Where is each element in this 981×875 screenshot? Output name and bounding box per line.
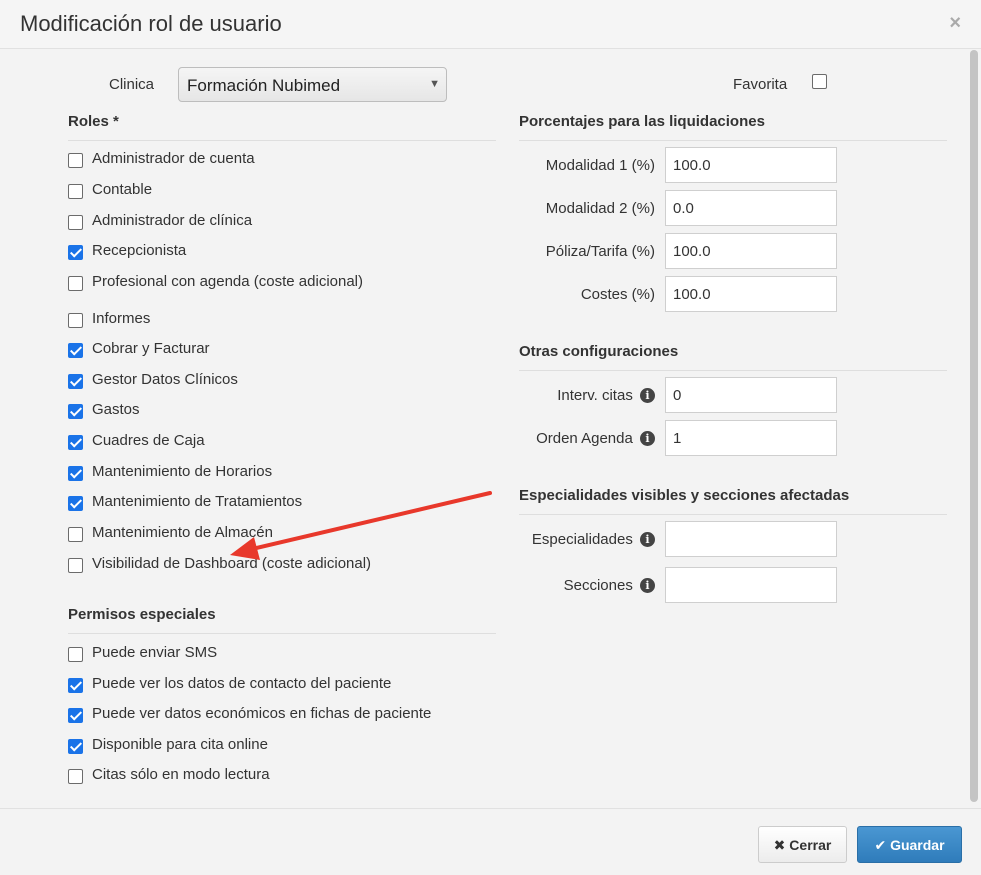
percentages-divider xyxy=(519,140,947,141)
info-icon[interactable]: i xyxy=(640,578,655,593)
checkbox[interactable] xyxy=(68,769,83,784)
modal-title: Modificación rol de usuario xyxy=(20,11,282,36)
chevron-down-icon: ▼ xyxy=(429,78,440,90)
checkbox-label[interactable]: Mantenimiento de Horarios xyxy=(92,463,272,480)
percentages-title: Porcentajes para las liquidaciones xyxy=(519,113,765,130)
sections-label-text: Secciones xyxy=(563,577,633,594)
checkbox[interactable] xyxy=(68,435,83,450)
checkbox[interactable] xyxy=(68,153,83,168)
checkbox[interactable] xyxy=(68,527,83,542)
policy-rate-input[interactable]: 100.0 xyxy=(665,233,837,269)
close-button[interactable]: ✖ Cerrar xyxy=(758,826,847,863)
info-icon[interactable]: i xyxy=(640,532,655,547)
other-config-divider xyxy=(519,370,947,371)
check-icon: ✔ xyxy=(874,837,887,853)
save-button[interactable]: ✔ Guardar xyxy=(857,826,962,863)
close-button-label: Cerrar xyxy=(789,837,832,853)
modality2-label: Modalidad 2 (%) xyxy=(545,200,655,217)
save-button-label: Guardar xyxy=(890,837,945,853)
costs-label: Costes (%) xyxy=(580,286,655,303)
checkbox-label[interactable]: Profesional con agenda (coste adicional) xyxy=(92,273,363,290)
user-role-modal: Modificación rol de usuario × Clinica Fo… xyxy=(0,0,981,875)
checkbox-label[interactable]: Gastos xyxy=(92,401,140,418)
checkbox-label[interactable]: Cobrar y Facturar xyxy=(92,340,210,357)
other-config-title: Otras configuraciones xyxy=(519,343,679,360)
checkbox[interactable] xyxy=(68,184,83,199)
specialties-divider xyxy=(519,514,947,515)
scrollbar-thumb[interactable] xyxy=(970,50,978,802)
special-divider xyxy=(68,633,496,634)
agenda-order-label: Orden Agenda i xyxy=(536,430,655,447)
clinic-label: Clinica xyxy=(109,76,155,93)
checkbox[interactable] xyxy=(68,215,83,230)
checkbox-label[interactable]: Administrador de cuenta xyxy=(92,150,255,167)
checkbox[interactable] xyxy=(68,313,83,328)
close-icon[interactable]: × xyxy=(949,13,961,33)
checkbox[interactable] xyxy=(68,276,83,291)
sections-input[interactable] xyxy=(665,567,837,603)
modality2-input[interactable]: 0.0 xyxy=(665,190,837,226)
clinic-select[interactable]: Formación Nubimed ▼ xyxy=(178,67,447,102)
agenda-order-label-text: Orden Agenda xyxy=(536,430,633,447)
checkbox-label[interactable]: Disponible para cita online xyxy=(92,736,268,753)
modality1-input[interactable]: 100.0 xyxy=(665,147,837,183)
modality1-label: Modalidad 1 (%) xyxy=(545,157,655,174)
checkbox-label[interactable]: Informes xyxy=(92,310,150,327)
checkbox-label[interactable]: Contable xyxy=(92,181,152,198)
policy-rate-label: Póliza/Tarifa (%) xyxy=(545,243,655,260)
checkbox[interactable] xyxy=(68,245,83,260)
checkbox-label[interactable]: Mantenimiento de Almacén xyxy=(92,524,273,541)
modal-header: Modificación rol de usuario × xyxy=(0,0,981,49)
special-permissions-title: Permisos especiales xyxy=(68,606,216,623)
checkbox[interactable] xyxy=(68,708,83,723)
checkbox[interactable] xyxy=(68,739,83,754)
checkbox-label[interactable]: Citas sólo en modo lectura xyxy=(92,766,270,783)
checkbox-label[interactable]: Visibilidad de Dashboard (coste adiciona… xyxy=(92,555,371,572)
checkbox-label[interactable]: Puede ver los datos de contacto del paci… xyxy=(92,675,391,692)
checkbox[interactable] xyxy=(68,374,83,389)
checkbox[interactable] xyxy=(68,496,83,511)
checkbox[interactable] xyxy=(68,678,83,693)
agenda-order-input[interactable]: 1 xyxy=(665,420,837,456)
clinic-select-value: Formación Nubimed xyxy=(187,76,341,95)
specialties-label: Especialidades i xyxy=(532,531,655,548)
favorite-label: Favorita xyxy=(733,76,788,93)
checkbox-label[interactable]: Administrador de clínica xyxy=(92,212,252,229)
roles-title: Roles * xyxy=(68,113,119,130)
checkbox[interactable] xyxy=(68,466,83,481)
favorite-checkbox[interactable] xyxy=(812,74,827,89)
sections-label: Secciones i xyxy=(564,577,655,594)
info-icon[interactable]: i xyxy=(640,431,655,446)
checkbox-label[interactable]: Mantenimiento de Tratamientos xyxy=(92,493,302,510)
appointment-interval-label-text: Interv. citas xyxy=(557,387,633,404)
times-icon: ✖ xyxy=(773,837,786,853)
specialties-title: Especialidades visibles y secciones afec… xyxy=(519,487,850,504)
costs-input[interactable]: 100.0 xyxy=(665,276,837,312)
checkbox-label[interactable]: Puede enviar SMS xyxy=(92,644,217,661)
info-icon[interactable]: i xyxy=(640,388,655,403)
checkbox[interactable] xyxy=(68,558,83,573)
appointment-interval-label: Interv. citas i xyxy=(557,387,655,404)
checkbox-label[interactable]: Puede ver datos económicos en fichas de … xyxy=(92,705,431,722)
checkbox[interactable] xyxy=(68,404,83,419)
checkbox[interactable] xyxy=(68,343,83,358)
checkbox-label[interactable]: Recepcionista xyxy=(92,242,186,259)
specialties-label-text: Especialidades xyxy=(531,531,633,548)
checkbox-label[interactable]: Gestor Datos Clínicos xyxy=(92,371,238,388)
checkbox[interactable] xyxy=(68,647,83,662)
specialties-input[interactable] xyxy=(665,521,837,557)
checkbox-label[interactable]: Cuadres de Caja xyxy=(92,432,205,449)
appointment-interval-input[interactable]: 0 xyxy=(665,377,837,413)
roles-divider xyxy=(68,140,496,141)
